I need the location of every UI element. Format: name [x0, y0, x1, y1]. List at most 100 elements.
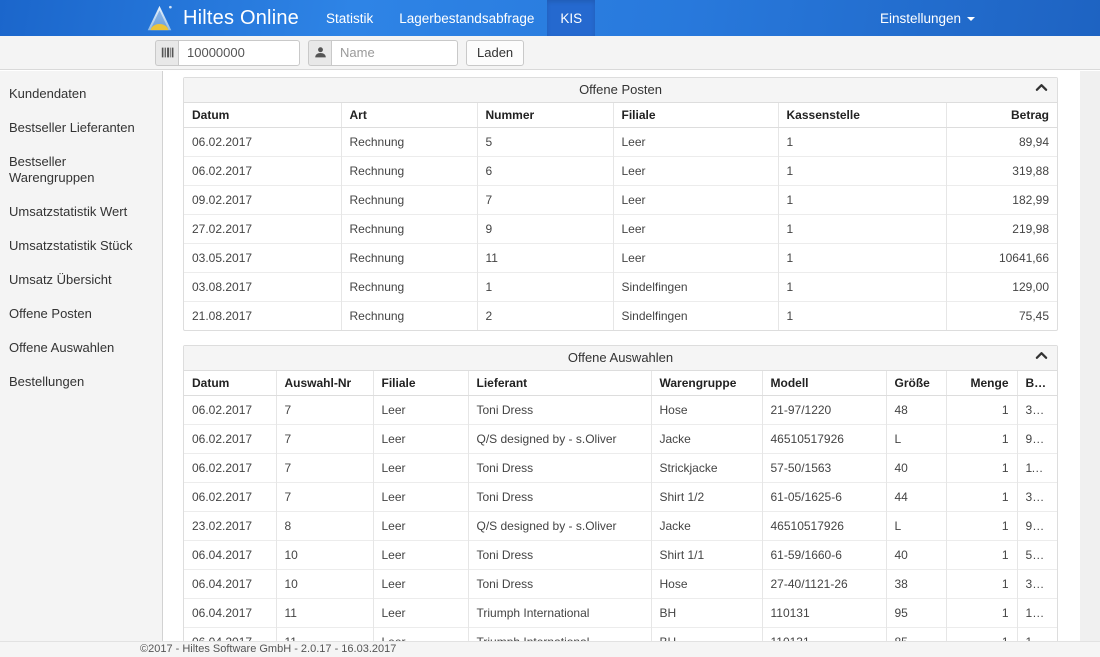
table-cell: 1: [778, 128, 946, 157]
table-cell: Rechnung: [341, 186, 477, 215]
panel-title: Offene Posten: [579, 82, 662, 97]
panel-offene-auswahlen: Offene Auswahlen DatumAuswahl-NrFilialeL…: [183, 345, 1058, 641]
table-row[interactable]: 06.04.201711LeerTriumph InternationalBH1…: [184, 628, 1057, 642]
table-cell: 1: [778, 157, 946, 186]
table-cell: 27.02.2017: [184, 215, 341, 244]
table-cell: 7: [276, 483, 373, 512]
table-cell: 21-97/1220: [762, 396, 886, 425]
table-row[interactable]: 03.08.2017Rechnung1Sindelfingen1129,00: [184, 273, 1057, 302]
table-row[interactable]: 06.04.201711LeerTriumph InternationalBH1…: [184, 599, 1057, 628]
table-cell: 27-40/1121-26: [762, 570, 886, 599]
table-row[interactable]: 06.02.20177LeerToni DressShirt 1/261-05/…: [184, 483, 1057, 512]
table-row[interactable]: 09.02.2017Rechnung7Leer1182,99: [184, 186, 1057, 215]
table-cell: 1: [946, 541, 1017, 570]
barcode-icon: [161, 46, 174, 59]
table-cell: 44: [886, 483, 946, 512]
table-row[interactable]: 21.08.2017Rechnung2Sindelfingen175,45: [184, 302, 1057, 331]
table-cell: Shirt 1/1: [651, 541, 762, 570]
table-cell: Leer: [613, 215, 778, 244]
table-cell: 1: [477, 273, 613, 302]
panel-offene-posten: Offene Posten DatumArtNummerFilialeKasse…: [183, 77, 1058, 331]
table-cell: 1: [778, 186, 946, 215]
settings-dropdown[interactable]: Einstellungen: [880, 0, 975, 36]
table-cell: Leer: [613, 186, 778, 215]
table-cell: Strickjacke: [651, 454, 762, 483]
table-row[interactable]: 06.02.2017Rechnung5Leer189,94: [184, 128, 1057, 157]
nav-links: Statistik Lagerbestandsabfrage KIS: [313, 0, 595, 36]
table-cell: 39,99: [1017, 570, 1057, 599]
hiltes-logo-icon: [145, 4, 174, 33]
table-cell: Leer: [373, 599, 468, 628]
table-cell: 09.02.2017: [184, 186, 341, 215]
column-header: Betrag: [946, 103, 1057, 128]
table-cell: 1: [946, 512, 1017, 541]
collapse-button[interactable]: [1035, 83, 1048, 92]
table-cell: 7: [276, 425, 373, 454]
column-header: Datum: [184, 371, 276, 396]
table-cell: Rechnung: [341, 215, 477, 244]
panel-heading: Offene Posten: [184, 78, 1057, 103]
top-navbar: Hiltes Online Statistik Lagerbestandsabf…: [0, 0, 1100, 36]
table-cell: 7: [276, 396, 373, 425]
table-cell: 23.02.2017: [184, 512, 276, 541]
customer-name-group: [308, 40, 458, 66]
app-window: Hiltes Online Statistik Lagerbestandsabf…: [0, 0, 1100, 657]
table-cell: Leer: [373, 570, 468, 599]
table-cell: 1: [778, 302, 946, 331]
sidebar-item[interactable]: Offene Posten: [0, 297, 162, 331]
table-cell: 03.05.2017: [184, 244, 341, 273]
main-content: Offene Posten DatumArtNummerFilialeKasse…: [163, 71, 1100, 641]
table-cell: Rechnung: [341, 157, 477, 186]
table-cell: Toni Dress: [468, 483, 651, 512]
panel-title: Offene Auswahlen: [568, 350, 673, 365]
table-row[interactable]: 06.02.20177LeerQ/S designed by - s.Olive…: [184, 425, 1057, 454]
table-cell: Leer: [373, 628, 468, 642]
sidebar-item[interactable]: Kundendaten: [0, 77, 162, 111]
column-header: Datum: [184, 103, 341, 128]
sidebar-item[interactable]: Umsatzstatistik Stück: [0, 229, 162, 263]
table-row[interactable]: 27.02.2017Rechnung9Leer1219,98: [184, 215, 1057, 244]
collapse-button[interactable]: [1035, 351, 1048, 360]
table-cell: 5: [477, 128, 613, 157]
sidebar-item[interactable]: Umsatzstatistik Wert: [0, 195, 162, 229]
table-cell: 06.02.2017: [184, 483, 276, 512]
table-cell: 11: [477, 244, 613, 273]
scrollbar-track[interactable]: [1080, 71, 1100, 641]
table-cell: Toni Dress: [468, 541, 651, 570]
table-cell: 8: [276, 512, 373, 541]
table-cell: 99,99: [1017, 512, 1057, 541]
table-cell: 48: [886, 396, 946, 425]
nav-item-kis[interactable]: KIS: [547, 0, 595, 36]
footer: ©2017 - Hiltes Software GmbH - 2.0.17 - …: [0, 641, 1100, 657]
nav-item-lagerbestandsabfrage[interactable]: Lagerbestandsabfrage: [386, 0, 547, 36]
table-row[interactable]: 23.02.20178LeerQ/S designed by - s.Olive…: [184, 512, 1057, 541]
table-row[interactable]: 06.02.2017Rechnung6Leer1319,88: [184, 157, 1057, 186]
table-cell: BH: [651, 599, 762, 628]
table-row[interactable]: 06.02.20177LeerToni DressHose21-97/12204…: [184, 396, 1057, 425]
table-row[interactable]: 06.04.201710LeerToni DressShirt 1/161-59…: [184, 541, 1057, 570]
table-cell: Toni Dress: [468, 396, 651, 425]
table-cell: 06.02.2017: [184, 454, 276, 483]
nav-item-statistik[interactable]: Statistik: [313, 0, 386, 36]
body-row: KundendatenBestseller LieferantenBestsel…: [0, 71, 1100, 641]
person-addon: [308, 40, 331, 66]
table-row[interactable]: 06.02.20177LeerToni DressStrickjacke57-5…: [184, 454, 1057, 483]
table-cell: 59,95: [1017, 541, 1057, 570]
table-row[interactable]: 03.05.2017Rechnung11Leer110641,66: [184, 244, 1057, 273]
customer-name-input[interactable]: [331, 40, 458, 66]
sidebar-menu: KundendatenBestseller LieferantenBestsel…: [0, 71, 163, 641]
sidebar-item[interactable]: Bestseller Warengruppen: [0, 145, 162, 195]
brand[interactable]: Hiltes Online: [145, 0, 299, 36]
table-cell: Leer: [373, 454, 468, 483]
table-cell: Shirt 1/2: [651, 483, 762, 512]
customer-number-input[interactable]: [178, 40, 300, 66]
sidebar-item[interactable]: Umsatz Übersicht: [0, 263, 162, 297]
table-cell: 75,45: [946, 302, 1057, 331]
load-button[interactable]: Laden: [466, 40, 524, 66]
table-cell: 39,95: [1017, 483, 1057, 512]
table-row[interactable]: 06.04.201710LeerToni DressHose27-40/1121…: [184, 570, 1057, 599]
sidebar-item[interactable]: Bestellungen: [0, 365, 162, 399]
sidebar-item[interactable]: Offene Auswahlen: [0, 331, 162, 365]
sidebar-item[interactable]: Bestseller Lieferanten: [0, 111, 162, 145]
table-cell: 219,98: [946, 215, 1057, 244]
